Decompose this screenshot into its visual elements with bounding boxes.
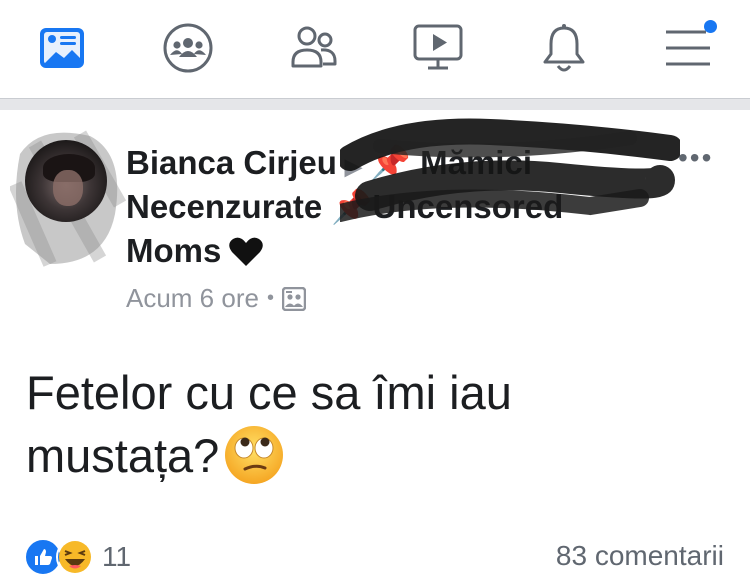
post-text-line-2-wrap: mustața? [26, 424, 716, 487]
group-name-part-2[interactable]: Necenzurate [126, 188, 322, 225]
tab-news-feed[interactable] [26, 14, 98, 82]
group-privacy-icon [281, 286, 306, 311]
redaction-scribble [340, 118, 680, 222]
reactions-summary[interactable]: 11 [24, 538, 131, 576]
newsfeed-icon [40, 28, 84, 68]
post-text-line-2: mustața? [26, 429, 220, 482]
separator-dot: • [266, 287, 274, 309]
comments-count-link[interactable]: 83 comentarii [556, 540, 724, 572]
tab-watch[interactable] [402, 14, 474, 82]
haha-reaction-icon [56, 538, 94, 576]
black-heart-icon [229, 237, 264, 266]
bell-icon [543, 24, 585, 72]
friends-icon [291, 26, 337, 68]
reaction-count: 11 [102, 541, 132, 572]
post-options-button[interactable]: ••• [678, 142, 713, 174]
post-meta: Acum 6 ore • [126, 283, 306, 314]
groups-icon [163, 23, 213, 73]
post-text-line-1: Fetelor cu ce sa îmi iau [26, 366, 512, 419]
post-header-line-3: Moms [126, 231, 264, 271]
menu-badge-dot [704, 20, 717, 33]
group-name-part-4[interactable]: Moms [126, 232, 221, 269]
tab-friends[interactable] [278, 14, 350, 82]
post-timestamp[interactable]: Acum 6 ore [126, 283, 259, 314]
top-navigation [0, 0, 750, 98]
tab-notifications[interactable] [528, 14, 600, 82]
author-name[interactable]: Bianca Cirjeu [126, 144, 337, 181]
section-divider [0, 98, 750, 110]
hamburger-icon [666, 30, 710, 66]
tab-groups[interactable] [152, 14, 224, 82]
post-text: Fetelor cu ce sa îmi iau mustața? [26, 362, 716, 487]
avatar[interactable] [25, 140, 107, 222]
watch-icon [413, 24, 463, 70]
rolling-eyes-emoji-icon [225, 426, 284, 484]
